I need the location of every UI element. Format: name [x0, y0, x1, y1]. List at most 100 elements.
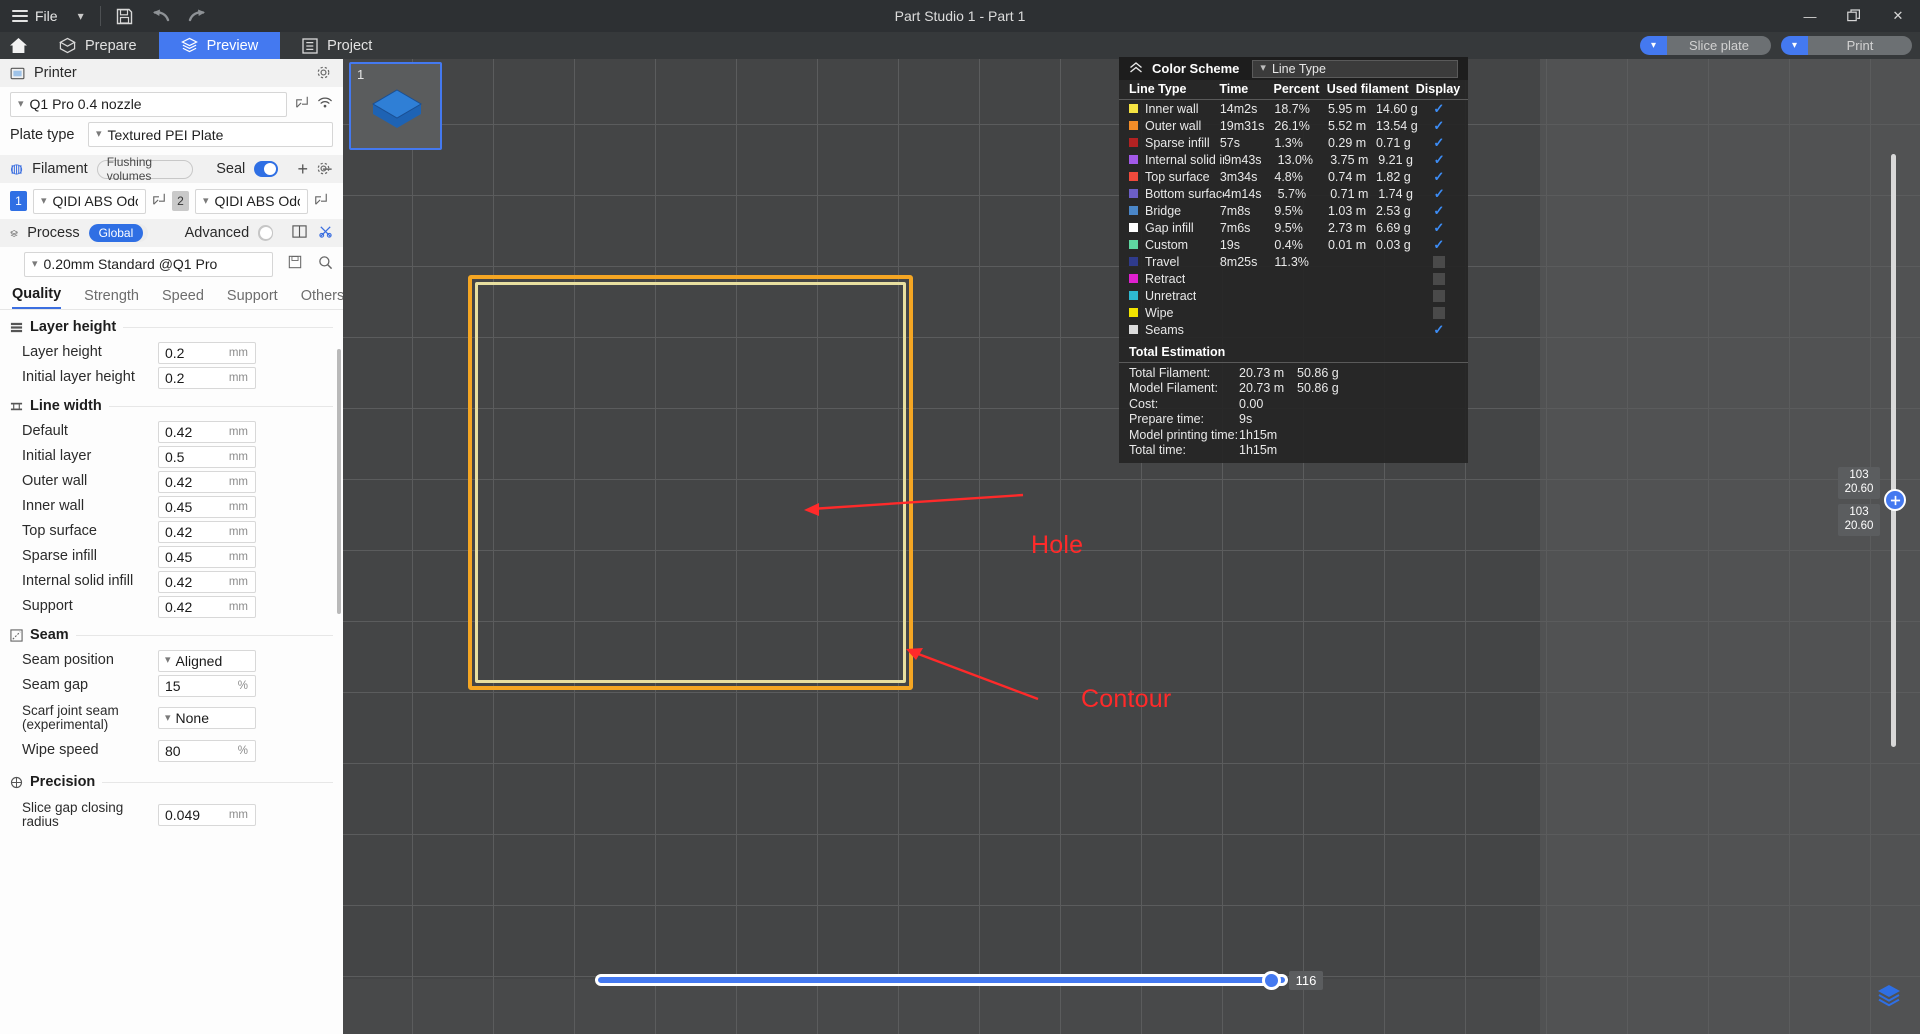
- legend-display-cell[interactable]: [1420, 324, 1458, 336]
- legend-display-cell[interactable]: [1420, 120, 1458, 132]
- printer-settings-gear-icon[interactable]: [316, 65, 331, 84]
- filament-slot-2-index[interactable]: 2: [172, 191, 189, 211]
- add-filament-button[interactable]: +: [297, 159, 308, 180]
- edit-filament-1-icon[interactable]: [152, 192, 166, 210]
- process-scope-objects[interactable]: Objects: [143, 224, 147, 242]
- tab-project[interactable]: Project: [280, 32, 394, 59]
- legend-display-checkbox[interactable]: [1433, 137, 1445, 149]
- filament-slot-2-select[interactable]: ▾ QIDI ABS Odorless: [195, 189, 308, 214]
- legend-display-cell[interactable]: [1420, 154, 1458, 166]
- print-dropdown-icon[interactable]: ▾: [1781, 36, 1808, 55]
- tab-strength[interactable]: Strength: [84, 288, 139, 309]
- legend-row[interactable]: Retract: [1119, 270, 1468, 287]
- slice-plate-dropdown-icon[interactable]: ▾: [1640, 36, 1667, 55]
- legend-row[interactable]: Custom19s0.4%0.01 m0.03 g: [1119, 236, 1468, 253]
- legend-display-cell[interactable]: [1420, 188, 1458, 200]
- layer-slider[interactable]: 116: [595, 972, 1315, 988]
- chevron-up-icon[interactable]: [1129, 62, 1143, 76]
- scarf-joint-seam-select[interactable]: ▾ None: [158, 707, 256, 729]
- seam-position-select[interactable]: ▾ Aligned: [158, 650, 256, 672]
- layers-icon[interactable]: [1874, 980, 1904, 1010]
- legend-row[interactable]: Seams: [1119, 321, 1468, 338]
- advanced-toggle[interactable]: [258, 225, 273, 241]
- legend-display-checkbox[interactable]: [1433, 307, 1445, 319]
- vertical-layer-scrollbar[interactable]: [1891, 154, 1896, 747]
- seam-gap-input[interactable]: 15%: [158, 675, 256, 697]
- initial-layer-height-input[interactable]: 0.2 mm: [158, 367, 256, 389]
- filament-slot-1-select[interactable]: ▾ QIDI ABS Odorless: [33, 189, 146, 214]
- wipe-speed-input[interactable]: 80%: [158, 740, 256, 762]
- process-scope-global[interactable]: Global: [89, 224, 144, 242]
- save-icon[interactable]: [107, 0, 143, 32]
- legend-row[interactable]: Bridge7m8s9.5%1.03 m2.53 g: [1119, 202, 1468, 219]
- legend-row[interactable]: Sparse infill57s1.3%0.29 m0.71 g: [1119, 134, 1468, 151]
- legend-row[interactable]: Bottom surface4m14s5.7%0.71 m1.74 g: [1119, 185, 1468, 202]
- filament-slot-1-index[interactable]: 1: [10, 191, 27, 211]
- tab-preview[interactable]: Preview: [159, 32, 281, 59]
- filament-settings-gear-icon[interactable]: [316, 161, 331, 180]
- legend-display-checkbox[interactable]: [1433, 256, 1445, 268]
- lw-initial-layer-input[interactable]: 0.5mm: [158, 446, 256, 468]
- lw-outer-wall-input[interactable]: 0.42mm: [158, 471, 256, 493]
- redo-icon[interactable]: [179, 0, 215, 32]
- legend-display-checkbox[interactable]: [1433, 324, 1445, 336]
- legend-display-checkbox[interactable]: [1433, 222, 1445, 234]
- tab-support[interactable]: Support: [227, 288, 278, 309]
- legend-display-checkbox[interactable]: [1433, 154, 1445, 166]
- tab-speed[interactable]: Speed: [162, 288, 204, 309]
- legend-display-checkbox[interactable]: [1433, 103, 1445, 115]
- legend-display-checkbox[interactable]: [1433, 120, 1445, 132]
- slice-gap-closing-radius-input[interactable]: 0.049mm: [158, 804, 256, 826]
- layer-slider-track[interactable]: [595, 974, 1288, 986]
- lw-support-input[interactable]: 0.42mm: [158, 596, 256, 618]
- edit-printer-icon[interactable]: [295, 95, 309, 113]
- legend-row[interactable]: Outer wall19m31s26.1%5.52 m13.54 g: [1119, 117, 1468, 134]
- layer-height-input[interactable]: 0.2 mm: [158, 342, 256, 364]
- legend-row[interactable]: Top surface3m34s4.8%0.74 m1.82 g: [1119, 168, 1468, 185]
- sidebar-scrollbar[interactable]: [337, 349, 341, 614]
- plate-thumbnail[interactable]: 1: [349, 62, 442, 150]
- legend-display-cell[interactable]: [1420, 239, 1458, 251]
- legend-row[interactable]: Travel8m25s11.3%: [1119, 253, 1468, 270]
- seal-toggle[interactable]: [254, 161, 278, 177]
- lw-inner-wall-input[interactable]: 0.45mm: [158, 496, 256, 518]
- legend-display-cell[interactable]: [1420, 222, 1458, 234]
- file-menu-button[interactable]: File: [0, 0, 68, 32]
- legend-row[interactable]: Gap infill7m6s9.5%2.73 m6.69 g: [1119, 219, 1468, 236]
- process-preset-select[interactable]: ▾ 0.20mm Standard @Q1 Pro: [24, 252, 273, 277]
- legend-display-checkbox[interactable]: [1433, 290, 1445, 302]
- tab-prepare[interactable]: Prepare: [37, 32, 159, 59]
- tab-others[interactable]: Others: [301, 288, 343, 309]
- vertical-slider-handle[interactable]: [1884, 489, 1906, 511]
- maximize-button[interactable]: [1832, 0, 1876, 32]
- compare-presets-icon[interactable]: [292, 224, 307, 243]
- slice-plate-button[interactable]: ▾ Slice plate: [1640, 36, 1771, 55]
- flushing-volumes-button[interactable]: Flushing volumes: [97, 160, 194, 179]
- plate-type-select[interactable]: ▾ Textured PEI Plate: [88, 122, 333, 147]
- legend-display-checkbox[interactable]: [1433, 273, 1445, 285]
- process-settings-icon[interactable]: [318, 224, 333, 243]
- legend-row[interactable]: Internal solid infill9m43s13.0%3.75 m9.2…: [1119, 151, 1468, 168]
- home-icon[interactable]: [0, 32, 37, 59]
- legend-row[interactable]: Inner wall14m2s18.7%5.95 m14.60 g: [1119, 100, 1468, 117]
- legend-display-cell[interactable]: [1420, 171, 1458, 183]
- legend-display-cell[interactable]: [1420, 103, 1458, 115]
- search-icon[interactable]: [318, 255, 333, 274]
- legend-display-cell[interactable]: [1420, 205, 1458, 217]
- lw-top-surface-input[interactable]: 0.42mm: [158, 521, 256, 543]
- legend-display-cell[interactable]: [1420, 256, 1458, 268]
- view-mode-select[interactable]: ▾ Line Type: [1252, 60, 1458, 78]
- tab-quality[interactable]: Quality: [12, 286, 61, 309]
- legend-display-cell[interactable]: [1420, 290, 1458, 302]
- legend-display-cell[interactable]: [1420, 307, 1458, 319]
- save-preset-icon[interactable]: [288, 255, 302, 273]
- layer-slider-handle[interactable]: [1262, 971, 1281, 990]
- wifi-icon[interactable]: [317, 96, 333, 113]
- legend-row[interactable]: Wipe: [1119, 304, 1468, 321]
- legend-display-cell[interactable]: [1420, 273, 1458, 285]
- undo-icon[interactable]: [143, 0, 179, 32]
- lw-internal-solid-infill-input[interactable]: 0.42mm: [158, 571, 256, 593]
- printer-select[interactable]: ▾ Q1 Pro 0.4 nozzle: [10, 92, 287, 117]
- lw-sparse-infill-input[interactable]: 0.45mm: [158, 546, 256, 568]
- legend-display-checkbox[interactable]: [1433, 171, 1445, 183]
